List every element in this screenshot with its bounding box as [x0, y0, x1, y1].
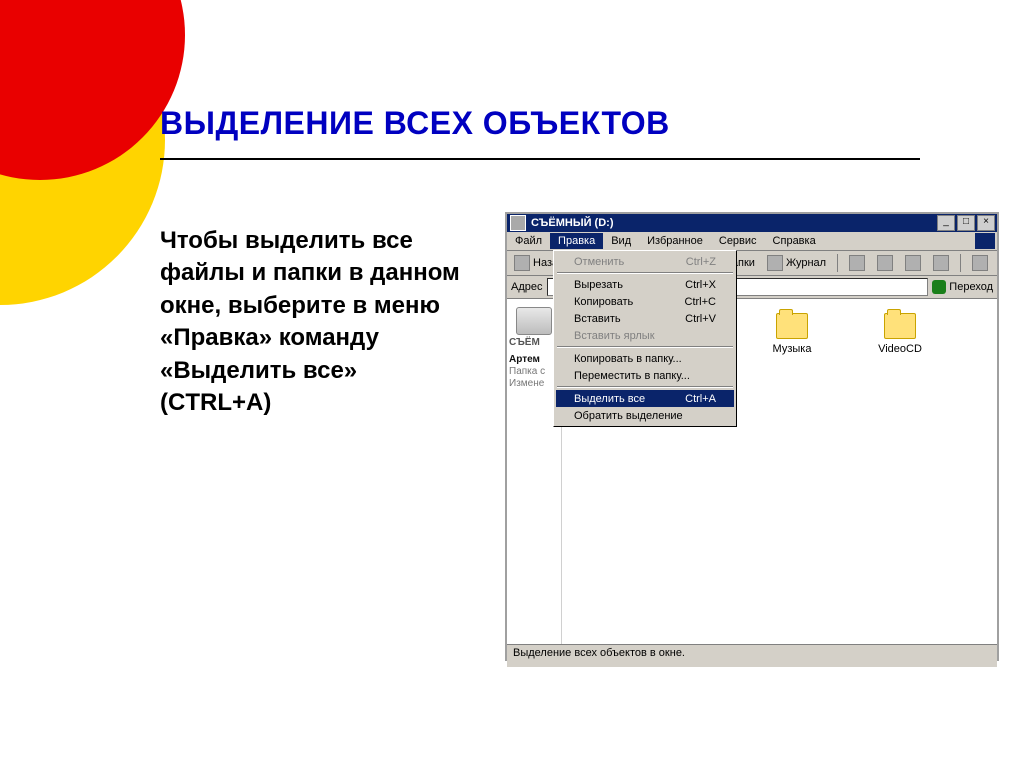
menu-file[interactable]: Файл — [507, 233, 550, 249]
side-line: Папка с — [509, 366, 559, 377]
menu-item-label: Отменить — [574, 256, 624, 268]
views-icon — [972, 255, 988, 271]
go-button[interactable]: Переход — [932, 280, 993, 294]
menu-item-label: Вставить ярлык — [574, 330, 655, 342]
menu-item[interactable]: Переместить в папку... — [556, 367, 734, 384]
menu-view[interactable]: Вид — [603, 233, 639, 249]
copy-icon — [877, 255, 893, 271]
folder-label: VideoCD — [878, 343, 922, 355]
menu-item-label: Вставить — [574, 313, 621, 325]
menu-item[interactable]: Копировать Ctrl+C — [556, 293, 734, 310]
menu-help[interactable]: Справка — [765, 233, 824, 249]
drive-thumb-icon — [516, 307, 552, 335]
undo-button[interactable] — [930, 254, 952, 272]
side-section-title: Артем — [509, 354, 559, 365]
history-icon — [767, 255, 783, 271]
window-title: СЪЁМНЫЙ (D:) — [529, 217, 937, 229]
slide-title: ВЫДЕЛЕНИЕ ВСЕХ ОБЪЕКТОВ — [160, 105, 670, 142]
folder-item[interactable]: Музыка — [762, 313, 822, 355]
history-label: Журнал — [786, 257, 826, 269]
views-button[interactable] — [969, 254, 991, 272]
move-icon — [849, 255, 865, 271]
menu-item-label: Обратить выделение — [574, 410, 683, 422]
menu-item-shortcut: Ctrl+Z — [686, 256, 716, 268]
menu-favorites[interactable]: Избранное — [639, 233, 711, 249]
undo-icon — [933, 255, 949, 271]
menubar: Файл Правка Вид Избранное Сервис Справка — [507, 232, 997, 251]
folder-item[interactable]: VideoCD — [870, 313, 930, 355]
menu-item: Вставить ярлык — [556, 327, 734, 344]
menu-item-label: Выделить все — [574, 393, 645, 405]
maximize-button[interactable]: □ — [957, 215, 975, 231]
status-bar: Выделение всех объектов в окне. — [507, 644, 997, 667]
menu-separator — [557, 386, 733, 388]
menu-item[interactable]: Вырезать Ctrl+X — [556, 276, 734, 293]
folder-icon — [776, 313, 808, 339]
menu-item[interactable]: Обратить выделение — [556, 407, 734, 424]
slide-body-text: Чтобы выделить все файлы и папки в данно… — [160, 225, 470, 419]
toolbar-separator — [960, 254, 961, 272]
go-icon — [932, 280, 946, 294]
menu-item[interactable]: Вставить Ctrl+V — [556, 310, 734, 327]
menu-item-shortcut: Ctrl+X — [685, 279, 716, 291]
side-line: Измене — [509, 378, 559, 389]
menu-item-label: Переместить в папку... — [574, 370, 690, 382]
go-label: Переход — [949, 281, 993, 293]
delete-button[interactable] — [902, 254, 924, 272]
edit-menu-dropdown: Отменить Ctrl+Z Вырезать Ctrl+X Копировать Ct… — [553, 250, 737, 427]
toolbar-separator — [837, 254, 838, 272]
folder-icon — [884, 313, 916, 339]
drive-thumb-label: СЪЁМ — [509, 337, 559, 348]
menu-item[interactable]: Выделить все Ctrl+A — [556, 390, 734, 407]
history-button[interactable]: Журнал — [764, 254, 829, 272]
menu-item-label: Копировать в папку... — [574, 353, 682, 365]
move-button[interactable] — [846, 254, 868, 272]
menu-separator — [557, 346, 733, 348]
drive-icon — [510, 215, 526, 231]
address-label: Адрес — [511, 281, 543, 293]
menu-item-label: Вырезать — [574, 279, 623, 291]
close-button[interactable]: × — [977, 215, 995, 231]
menu-separator — [557, 272, 733, 274]
copy-button[interactable] — [874, 254, 896, 272]
folder-label: Музыка — [773, 343, 812, 355]
menu-item[interactable]: Копировать в папку... — [556, 350, 734, 367]
menu-item-shortcut: Ctrl+A — [685, 393, 716, 405]
menu-item: Отменить Ctrl+Z — [556, 253, 734, 270]
explorer-window: СЪЁМНЫЙ (D:) _ □ × Файл Правка Вид Избра… — [505, 212, 999, 661]
menu-tools[interactable]: Сервис — [711, 233, 765, 249]
menu-item-shortcut: Ctrl+V — [685, 313, 716, 325]
title-underline — [160, 158, 920, 160]
titlebar: СЪЁМНЫЙ (D:) _ □ × — [507, 214, 997, 232]
back-icon — [514, 255, 530, 271]
delete-icon — [905, 255, 921, 271]
menubar-logo — [975, 233, 995, 249]
menu-item-label: Копировать — [574, 296, 633, 308]
menu-item-shortcut: Ctrl+C — [685, 296, 716, 308]
minimize-button[interactable]: _ — [937, 215, 955, 231]
menu-edit[interactable]: Правка — [550, 233, 603, 249]
